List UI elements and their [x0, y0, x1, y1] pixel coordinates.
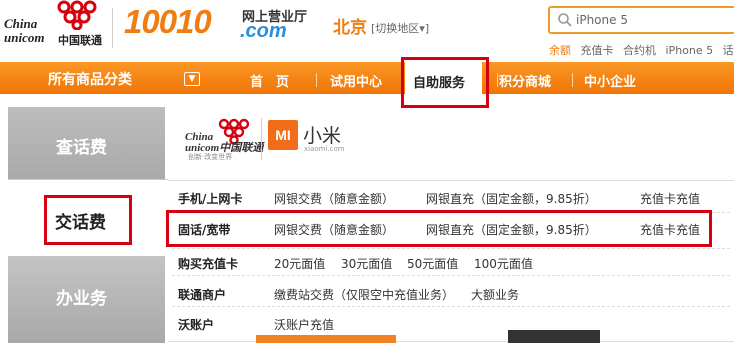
list-item: 手机/上网卡 网银交费（随意金额） 网银直充（固定金额，9.85折） 充值卡充值	[168, 185, 734, 211]
switch-area-link[interactable]: [切换地区▾]	[371, 20, 429, 36]
row-divider	[172, 275, 730, 277]
list-item: 购买充值卡 20元面值 30元面值 50元面值 100元面值	[168, 250, 734, 276]
search-box[interactable]: iPhone 5	[548, 6, 734, 34]
unicom-knot-logo-icon[interactable]	[50, 0, 104, 30]
logo-chinese: 中国联通	[58, 34, 102, 47]
xiaomi-logo-icon: MI	[268, 120, 298, 150]
option-link[interactable]: 沃账户充值	[274, 316, 334, 333]
xiaomi-brand-name: 小米	[303, 125, 342, 147]
tab-label: 查话费	[56, 138, 107, 158]
option-link[interactable]: 网银交费（随意金额）	[274, 190, 394, 207]
main-nav: 所有商品分类 ▼ 首 页 试用中心 积分商城 中小企业	[0, 62, 734, 94]
highlight-box	[401, 57, 489, 108]
option-link[interactable]: 100元面值	[474, 255, 533, 272]
logo-english: China unicom	[4, 16, 45, 45]
logo-divider	[112, 8, 113, 48]
chevron-down-icon[interactable]: ▼	[184, 72, 200, 86]
option-link[interactable]: 30元面值	[341, 255, 392, 272]
nav-trial-center[interactable]: 试用中心	[330, 71, 382, 90]
row-divider	[172, 306, 730, 308]
nav-home[interactable]: 首 页	[250, 71, 289, 90]
hot-link[interactable]: 余额	[549, 44, 571, 57]
option-link[interactable]: 缴费站交费（仅限空中充值业务）	[274, 286, 454, 303]
all-categories-menu[interactable]: 所有商品分类	[48, 69, 132, 89]
nav-separator	[316, 73, 317, 87]
nav-separator	[572, 73, 573, 87]
tab-label: 办业务	[56, 289, 107, 309]
xiaomi-domain: xiaomi.com	[304, 145, 345, 153]
list-item: 联通商户 缴费站交费（仅限空中充值业务） 大额业务	[168, 281, 734, 307]
option-link[interactable]: 20元面值	[274, 255, 325, 272]
banner-fragment	[508, 330, 600, 343]
option-link[interactable]: 充值卡充值	[640, 190, 700, 207]
site-header: China unicom 中国联通 10010 网上营业厅 .com 北京 [切…	[0, 0, 734, 62]
tab-services[interactable]: 办业务	[8, 256, 165, 343]
banner-logo-text: China unicom中国联通	[185, 131, 264, 154]
row-label: 购买充值卡	[178, 257, 239, 271]
highlight-box	[44, 195, 132, 245]
nav-smb[interactable]: 中小企业	[584, 71, 636, 90]
hot-link[interactable]: 合约机	[623, 44, 656, 57]
banner-fragment	[256, 335, 396, 343]
nav-separator	[497, 73, 498, 87]
row-label: 手机/上网卡	[178, 192, 243, 206]
hot-search-links: 余额 充值卡 合约机 iPhone 5 话费	[549, 42, 734, 58]
tab-check-balance[interactable]: 查话费	[8, 107, 165, 179]
city-name: 北京	[333, 18, 367, 38]
row-label: 沃账户	[178, 318, 215, 332]
highlight-box	[166, 210, 712, 247]
hot-link[interactable]: 充值卡	[581, 44, 614, 57]
option-link[interactable]: 网银直充（固定金额，9.85折）	[426, 190, 597, 207]
brand-domain: .com	[240, 20, 287, 42]
banner-slogan: 创新·改变世界	[188, 153, 233, 161]
option-link[interactable]: 大额业务	[471, 286, 519, 303]
nav-points-mall[interactable]: 积分商城	[499, 71, 551, 90]
option-link[interactable]: 50元面值	[407, 255, 458, 272]
banner-divider	[261, 118, 262, 160]
hot-link[interactable]: 话费	[723, 44, 734, 57]
hot-link[interactable]: iPhone 5	[666, 44, 714, 57]
list-item: 沃账户 沃账户充值	[168, 311, 734, 337]
brand-number[interactable]: 10010	[124, 4, 212, 40]
row-label: 联通商户	[178, 288, 227, 302]
search-icon[interactable]	[557, 12, 573, 28]
search-input[interactable]: iPhone 5	[576, 13, 628, 27]
